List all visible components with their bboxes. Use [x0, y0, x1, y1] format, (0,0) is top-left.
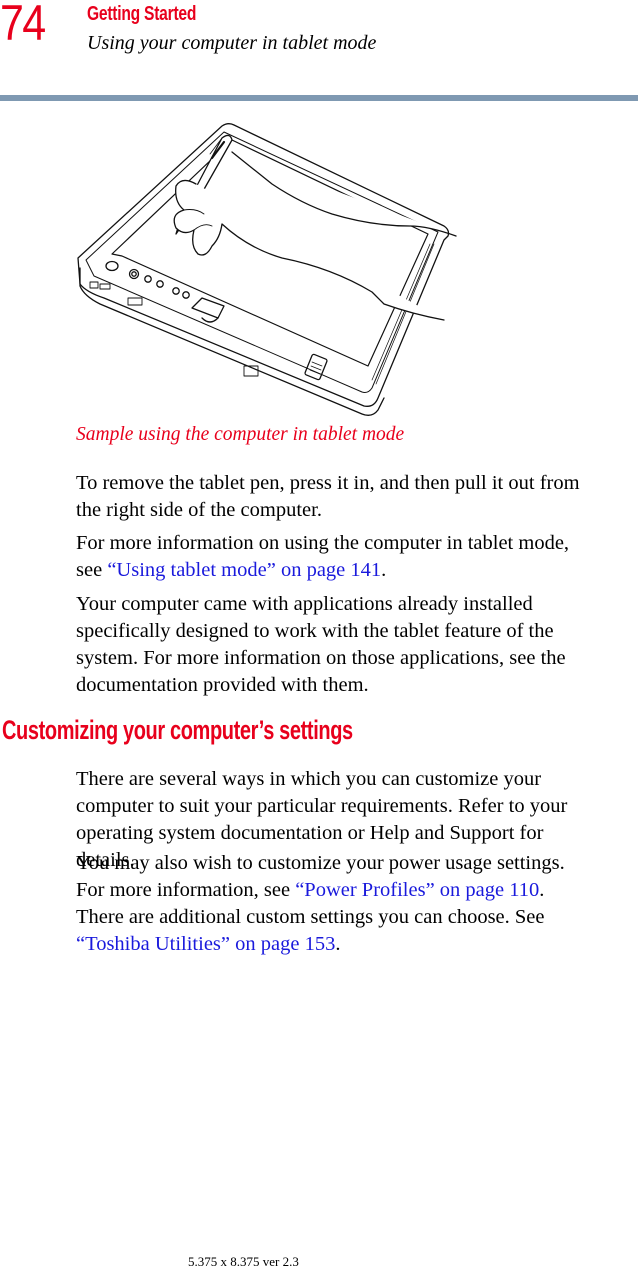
chapter-title: Getting Started: [87, 3, 197, 25]
link-power-profiles[interactable]: “Power Profiles” on page 110: [295, 879, 539, 901]
page-footer: 5.375 x 8.375 ver 2.3: [188, 1254, 299, 1269]
tablet-pc-with-pen-illustration: [77, 123, 457, 416]
paragraph-more-info-tablet: For more information on using the comput…: [76, 532, 570, 581]
paragraph-power-settings: You may also wish to customize your powe…: [76, 852, 565, 955]
header-rule: [0, 95, 638, 101]
link-toshiba-utilities[interactable]: “Toshiba Utilities” on page 153: [76, 933, 335, 955]
paragraph-applications: Your computer came with applications alr…: [76, 593, 566, 696]
section-title: Using your computer in tablet mode: [87, 32, 377, 54]
paragraph-remove-pen: To remove the tablet pen, press it in, a…: [76, 472, 580, 521]
section-heading-customizing: Customizing your computer’s settings: [2, 715, 353, 745]
page-number: 74: [0, 0, 46, 51]
figure-caption: Sample using the computer in tablet mode: [76, 424, 405, 445]
link-using-tablet-mode[interactable]: “Using tablet mode” on page 141: [107, 559, 381, 581]
